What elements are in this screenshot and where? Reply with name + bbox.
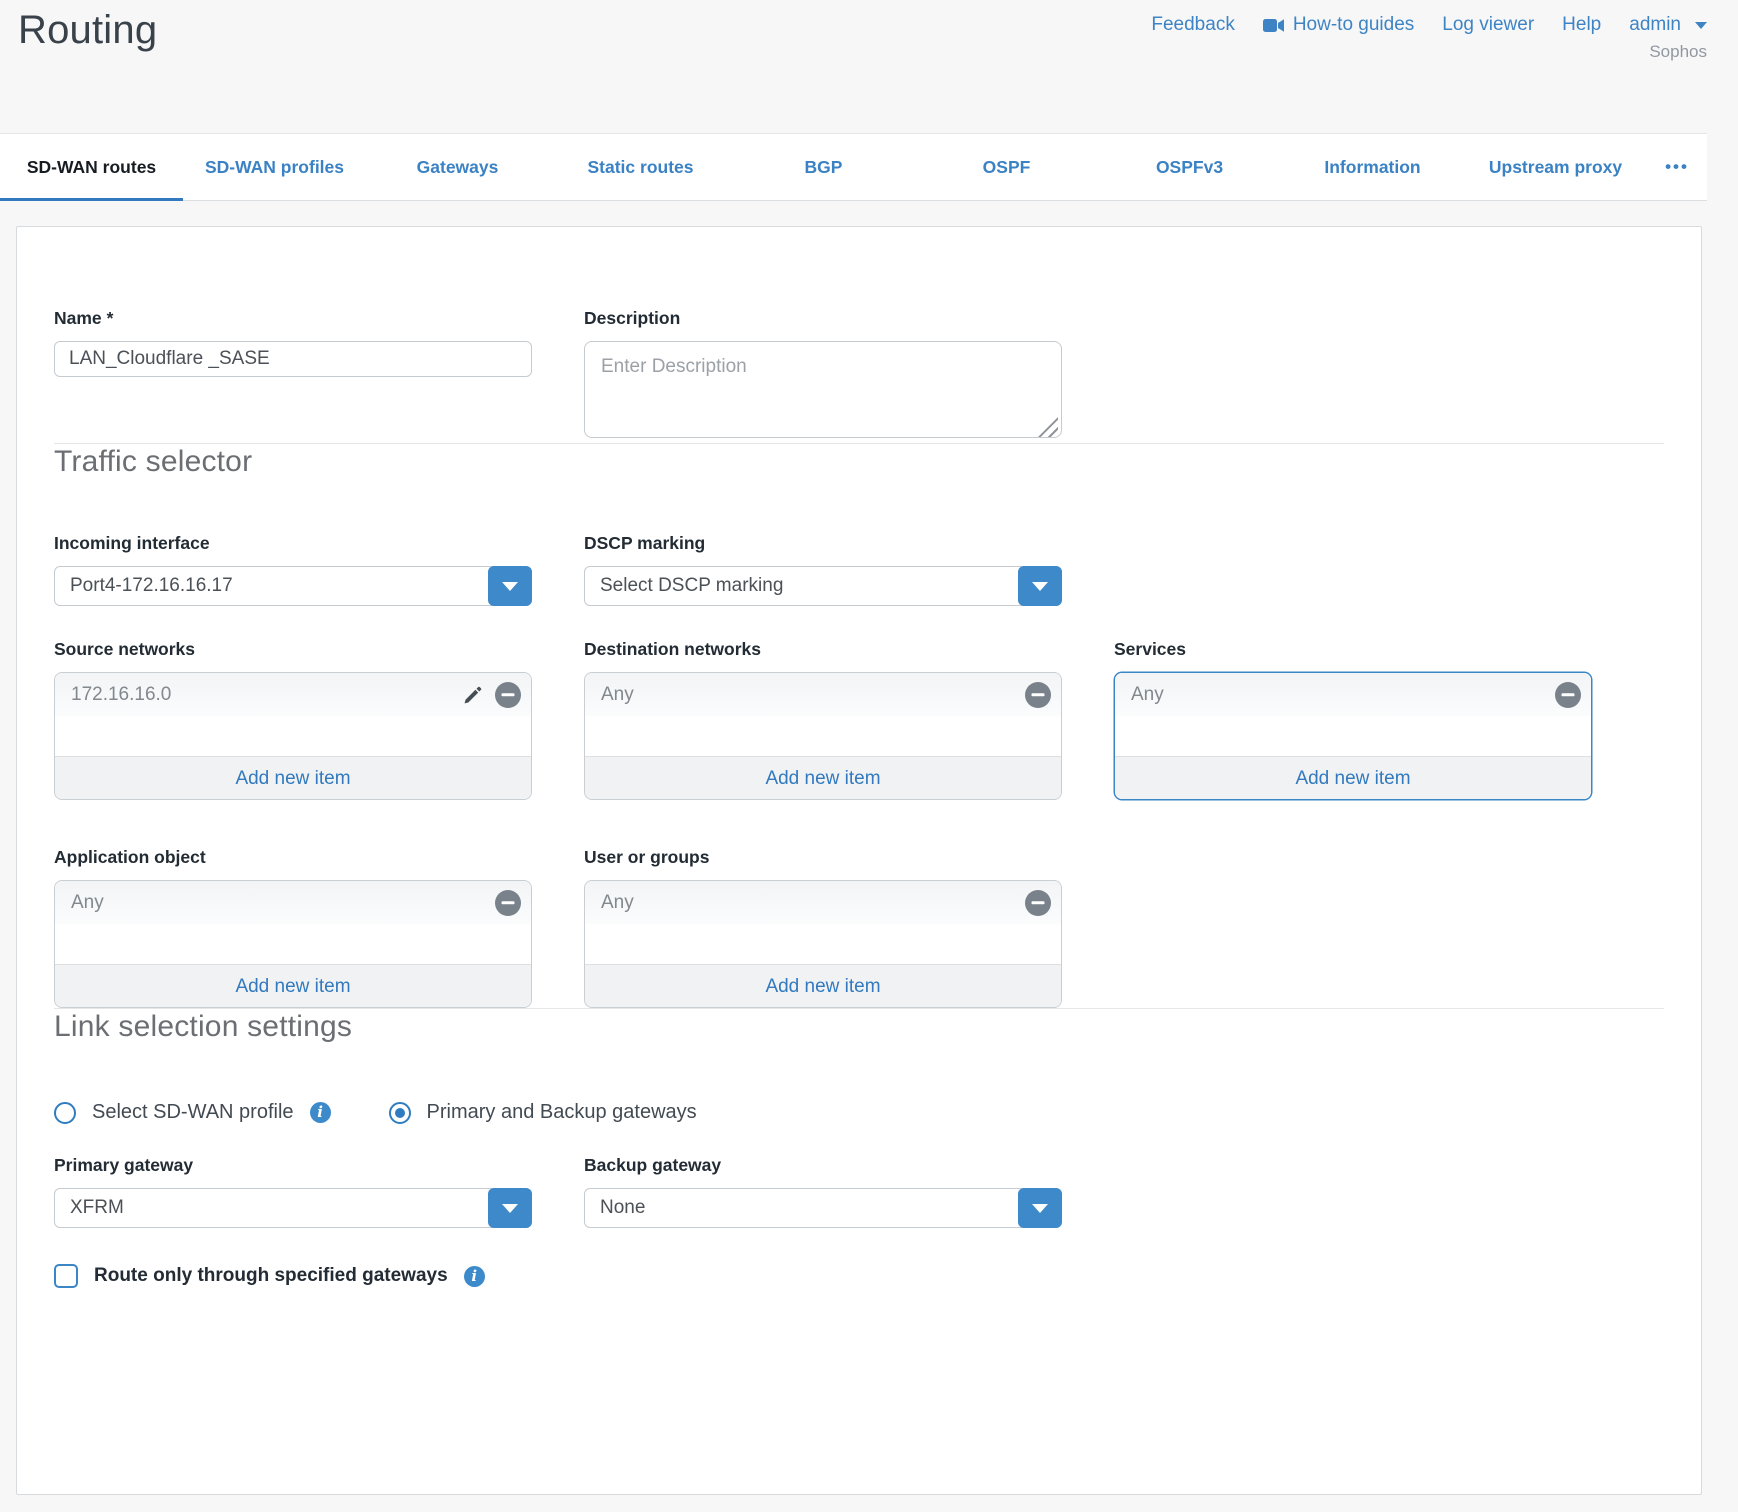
user-or-groups-box: Any Add new item (584, 880, 1062, 1008)
link-selection-heading: Link selection settings (54, 1009, 1664, 1045)
tab-ospfv3[interactable]: OSPFv3 (1098, 134, 1281, 200)
application-object-label: Application object (54, 846, 532, 868)
remove-item-icon[interactable] (1555, 682, 1581, 708)
backup-gateway-select[interactable]: None (584, 1188, 1062, 1228)
primary-gateway-select[interactable]: XFRM (54, 1188, 532, 1228)
backup-gateway-group: Backup gateway None (584, 1154, 1062, 1228)
required-asterisk: * (107, 307, 114, 329)
brand-label: Sophos (1649, 42, 1707, 62)
source-networks-group: Source networks 172.16.16.0 Add new item (54, 638, 532, 800)
chevron-down-icon[interactable] (1018, 1188, 1062, 1228)
add-service-button[interactable]: Add new item (1115, 756, 1591, 799)
tab-bar: SD-WAN routes SD-WAN profiles Gateways S… (0, 133, 1707, 201)
video-camera-icon (1263, 18, 1285, 33)
sd-wan-profile-option[interactable]: Select SD-WAN profile i (54, 1101, 331, 1124)
tab-information[interactable]: Information (1281, 134, 1464, 200)
source-networks-label: Source networks (54, 638, 532, 660)
radio-button[interactable] (54, 1102, 76, 1124)
name-input[interactable] (54, 341, 532, 377)
primary-backup-gateways-option[interactable]: Primary and Backup gateways (389, 1101, 697, 1124)
chevron-down-icon[interactable] (1018, 566, 1062, 606)
tab-static-routes[interactable]: Static routes (549, 134, 732, 200)
tab-ospf[interactable]: OSPF (915, 134, 1098, 200)
tab-sd-wan-profiles[interactable]: SD-WAN profiles (183, 134, 366, 200)
traffic-selector-heading: Traffic selector (54, 444, 1664, 480)
remove-item-icon[interactable] (1025, 890, 1051, 916)
remove-item-icon[interactable] (495, 890, 521, 916)
add-application-object-button[interactable]: Add new item (55, 964, 531, 1007)
route-only-row: Route only through specified gateways i (54, 1264, 1664, 1288)
tab-bgp[interactable]: BGP (732, 134, 915, 200)
page-header: Routing Feedback How-to guides Log viewe… (0, 0, 1738, 133)
list-item: Any (55, 881, 531, 924)
info-icon[interactable]: i (310, 1102, 331, 1123)
list-item: 172.16.16.0 (55, 673, 531, 716)
dscp-marking-label: DSCP marking (584, 532, 1062, 554)
name-field-group: Name* (54, 307, 532, 377)
page-title: Routing (18, 8, 157, 53)
top-navigation: Feedback How-to guides Log viewer Help a… (1151, 14, 1707, 36)
application-object-box: Any Add new item (54, 880, 532, 1008)
log-viewer-link[interactable]: Log viewer (1442, 14, 1534, 36)
services-label: Services (1114, 638, 1592, 660)
itembox-empty-area (55, 924, 531, 964)
destination-networks-group: Destination networks Any Add new item (584, 638, 1062, 800)
itembox-empty-area (1115, 716, 1591, 756)
tab-sd-wan-routes[interactable]: SD-WAN routes (0, 134, 183, 200)
primary-gateway-label: Primary gateway (54, 1154, 532, 1176)
edit-pencil-icon[interactable] (461, 683, 485, 707)
user-or-groups-group: User or groups Any Add new item (584, 846, 1062, 1008)
itembox-empty-area (585, 716, 1061, 756)
admin-menu[interactable]: admin (1629, 14, 1707, 36)
description-label: Description (584, 307, 1062, 329)
radio-button-selected[interactable] (389, 1102, 411, 1124)
incoming-interface-group: Incoming interface Port4-172.16.16.17 (54, 532, 532, 606)
itembox-empty-area (585, 924, 1061, 964)
list-item: Any (585, 881, 1061, 924)
services-group: Services Any Add new item (1114, 638, 1592, 800)
add-destination-network-button[interactable]: Add new item (585, 756, 1061, 799)
add-user-or-group-button[interactable]: Add new item (585, 964, 1061, 1007)
add-source-network-button[interactable]: Add new item (55, 756, 531, 799)
services-box: Any Add new item (1114, 672, 1592, 800)
user-or-groups-label: User or groups (584, 846, 1062, 868)
tabs-overflow-button[interactable]: ••• (1647, 134, 1707, 200)
source-networks-box: 172.16.16.0 Add new item (54, 672, 532, 800)
sd-wan-route-form-panel: Name* Description Traffic selector Incom… (16, 226, 1702, 1495)
itembox-empty-area (55, 716, 531, 756)
dscp-marking-select[interactable]: Select DSCP marking (584, 566, 1062, 606)
description-textarea[interactable] (584, 341, 1062, 438)
name-label: Name* (54, 307, 532, 329)
tab-gateways[interactable]: Gateways (366, 134, 549, 200)
chevron-down-icon[interactable] (488, 566, 532, 606)
help-link[interactable]: Help (1562, 14, 1601, 36)
chevron-down-icon (1695, 22, 1707, 29)
backup-gateway-label: Backup gateway (584, 1154, 1062, 1176)
link-selection-options: Select SD-WAN profile i Primary and Back… (54, 1101, 1664, 1124)
remove-item-icon[interactable] (495, 682, 521, 708)
feedback-link[interactable]: Feedback (1151, 14, 1234, 36)
remove-item-icon[interactable] (1025, 682, 1051, 708)
incoming-interface-label: Incoming interface (54, 532, 532, 554)
incoming-interface-select[interactable]: Port4-172.16.16.17 (54, 566, 532, 606)
info-icon[interactable]: i (464, 1266, 485, 1287)
list-item: Any (1115, 673, 1591, 716)
route-only-checkbox[interactable] (54, 1264, 78, 1288)
application-object-group: Application object Any Add new item (54, 846, 532, 1008)
description-field-group: Description (584, 307, 1062, 443)
destination-networks-label: Destination networks (584, 638, 1062, 660)
primary-gateway-group: Primary gateway XFRM (54, 1154, 532, 1228)
dscp-marking-group: DSCP marking Select DSCP marking (584, 532, 1062, 606)
destination-networks-box: Any Add new item (584, 672, 1062, 800)
howto-guides-link[interactable]: How-to guides (1263, 14, 1414, 36)
chevron-down-icon[interactable] (488, 1188, 532, 1228)
tab-upstream-proxy[interactable]: Upstream proxy (1464, 134, 1647, 200)
list-item: Any (585, 673, 1061, 716)
